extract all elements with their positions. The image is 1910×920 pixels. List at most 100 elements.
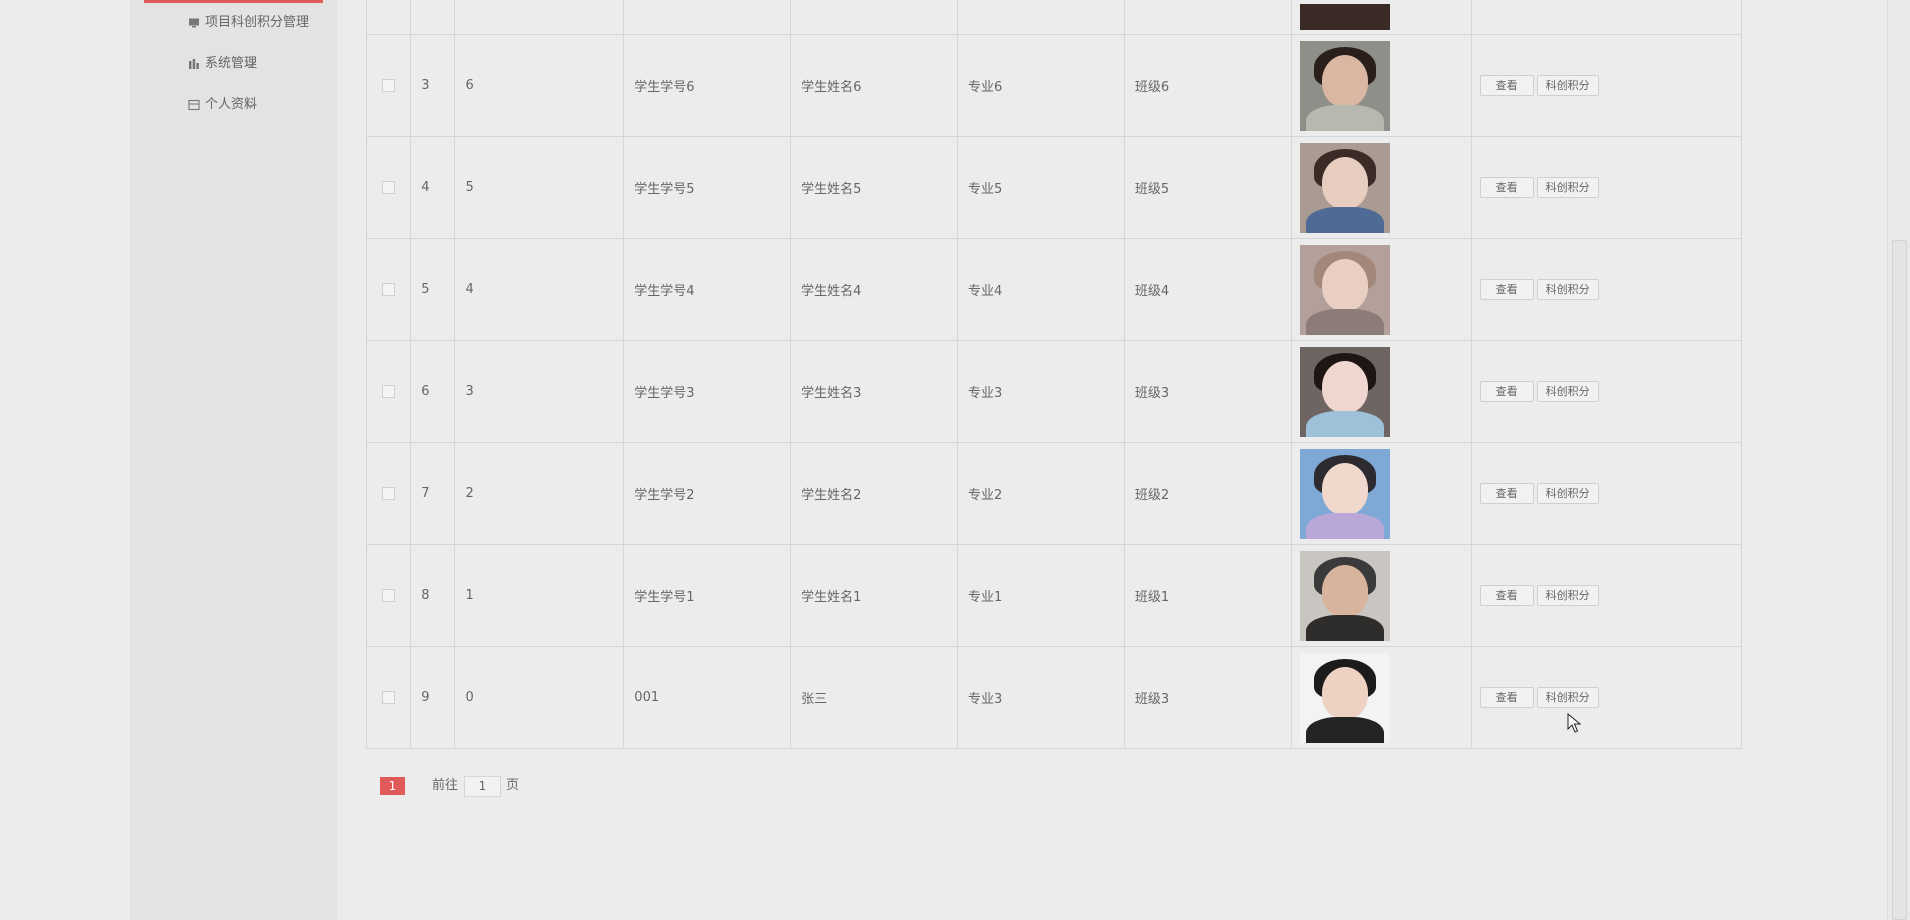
row-checkbox[interactable]	[382, 79, 396, 92]
major-cell: 专业5	[956, 136, 1125, 239]
student-name-cell: 学生姓名3	[790, 340, 958, 443]
view-button[interactable]: 查看	[1479, 381, 1534, 402]
sidebar: 项目科创积分管理 系统管理 个人资料	[130, 0, 337, 920]
table-row: 8 1 学生学号1 学生姓名1 专业1 班级1 查看 科创积分	[365, 544, 1743, 647]
score-button[interactable]: 科创积分	[1536, 585, 1599, 606]
photo-cell	[1290, 544, 1472, 647]
class-cell: 班级6	[1123, 34, 1292, 137]
class-cell	[1123, 0, 1292, 35]
action-cell: 查看 科创积分	[1470, 442, 1743, 545]
row-checkbox-cell	[365, 544, 412, 647]
photo-cell	[1290, 34, 1472, 137]
row-checkbox[interactable]	[382, 385, 396, 398]
current-page-button[interactable]: 1	[380, 777, 405, 795]
student-no-cell: 学生学号2	[623, 442, 792, 545]
row-checkbox[interactable]	[382, 589, 396, 602]
row-checkbox[interactable]	[382, 283, 396, 296]
index-cell: 9	[410, 646, 456, 749]
class-cell: 班级5	[1123, 136, 1292, 239]
table-row: 6 3 学生学号3 学生姓名3 专业3 班级3 查看 科创积分	[365, 340, 1743, 443]
action-cell: 查看 科创积分	[1470, 34, 1743, 137]
student-photo	[1299, 40, 1390, 131]
row-checkbox[interactable]	[382, 181, 396, 194]
bar-chart-icon	[188, 58, 200, 70]
row-checkbox-cell	[365, 646, 412, 749]
table-row: 3 6 学生学号6 学生姓名6 专业6 班级6 查看 科创积分	[365, 34, 1743, 137]
goto-label: 前往	[432, 778, 459, 793]
photo-cell	[1290, 340, 1472, 443]
index-cell: 6	[410, 340, 456, 443]
student-no-cell: 001	[623, 646, 792, 749]
action-cell: 查看 科创积分	[1470, 340, 1743, 443]
student-photo	[1299, 346, 1390, 437]
student-name-cell: 张三	[790, 646, 958, 749]
row-checkbox-cell	[365, 0, 412, 35]
table-row: 5 4 学生学号4 学生姓名4 专业4 班级4 查看 科创积分	[365, 238, 1743, 341]
row-checkbox-cell	[365, 340, 412, 443]
photo-cell	[1290, 136, 1472, 239]
student-photo	[1299, 142, 1390, 233]
student-no-cell: 学生学号3	[623, 340, 792, 443]
index-cell: 3	[410, 34, 456, 137]
class-cell: 班级2	[1123, 442, 1292, 545]
student-table: 3 6 学生学号6 学生姓名6 专业6 班级6 查看 科创积分 4 5 学生学号…	[365, 0, 1743, 749]
id-cell: 2	[454, 442, 625, 545]
row-checkbox-cell	[365, 136, 412, 239]
index-cell: 4	[410, 136, 456, 239]
major-cell: 专业4	[956, 238, 1125, 341]
photo-cell	[1290, 442, 1472, 545]
view-button[interactable]: 查看	[1479, 687, 1534, 708]
student-no-cell	[623, 0, 792, 35]
student-no-cell: 学生学号4	[623, 238, 792, 341]
student-photo	[1299, 244, 1390, 335]
score-button[interactable]: 科创积分	[1536, 483, 1599, 504]
scrollbar-thumb[interactable]	[1892, 240, 1907, 920]
monitor-icon	[188, 17, 200, 29]
action-cell: 查看 科创积分	[1470, 544, 1743, 647]
major-cell: 专业3	[956, 340, 1125, 443]
photo-cell	[1290, 646, 1472, 749]
page-unit-label: 页	[506, 778, 520, 793]
score-button[interactable]: 科创积分	[1536, 75, 1599, 96]
action-cell: 查看 科创积分	[1470, 136, 1743, 239]
student-name-cell: 学生姓名2	[790, 442, 958, 545]
id-cell: 4	[454, 238, 625, 341]
major-cell: 专业2	[956, 442, 1125, 545]
action-cell: 查看 科创积分	[1470, 238, 1743, 341]
student-name-cell: 学生姓名4	[790, 238, 958, 341]
index-cell: 7	[410, 442, 456, 545]
id-cell: 6	[454, 34, 625, 137]
score-button[interactable]: 科创积分	[1536, 687, 1599, 708]
class-cell: 班级1	[1123, 544, 1292, 647]
view-button[interactable]: 查看	[1479, 75, 1534, 96]
left-gutter	[0, 0, 130, 920]
class-cell: 班级3	[1123, 340, 1292, 443]
sidebar-item-profile[interactable]: 个人资料	[188, 92, 328, 118]
table-row: 7 2 学生学号2 学生姓名2 专业2 班级2 查看 科创积分	[365, 442, 1743, 545]
row-checkbox[interactable]	[382, 487, 396, 500]
sidebar-item-system[interactable]: 系统管理	[188, 51, 328, 77]
action-cell	[1470, 0, 1743, 35]
row-checkbox-cell	[365, 442, 412, 545]
active-indicator	[144, 0, 323, 3]
view-button[interactable]: 查看	[1479, 585, 1534, 606]
index-cell: 8	[410, 544, 456, 647]
row-checkbox-cell	[365, 238, 412, 341]
sidebar-item-project-score[interactable]: 项目科创积分管理	[188, 10, 328, 36]
photo-cell	[1290, 238, 1472, 341]
card-icon	[188, 99, 200, 111]
student-photo	[1299, 652, 1390, 743]
student-no-cell: 学生学号1	[623, 544, 792, 647]
score-button[interactable]: 科创积分	[1536, 177, 1599, 198]
class-cell: 班级4	[1123, 238, 1292, 341]
goto-page-input[interactable]: 1	[464, 776, 501, 797]
score-button[interactable]: 科创积分	[1536, 381, 1599, 402]
row-checkbox[interactable]	[382, 691, 396, 704]
score-button[interactable]: 科创积分	[1536, 279, 1599, 300]
view-button[interactable]: 查看	[1479, 279, 1534, 300]
student-name-cell	[790, 0, 958, 35]
table-row	[365, 0, 1743, 35]
view-button[interactable]: 查看	[1479, 483, 1534, 504]
student-name-cell: 学生姓名5	[790, 136, 958, 239]
view-button[interactable]: 查看	[1479, 177, 1534, 198]
